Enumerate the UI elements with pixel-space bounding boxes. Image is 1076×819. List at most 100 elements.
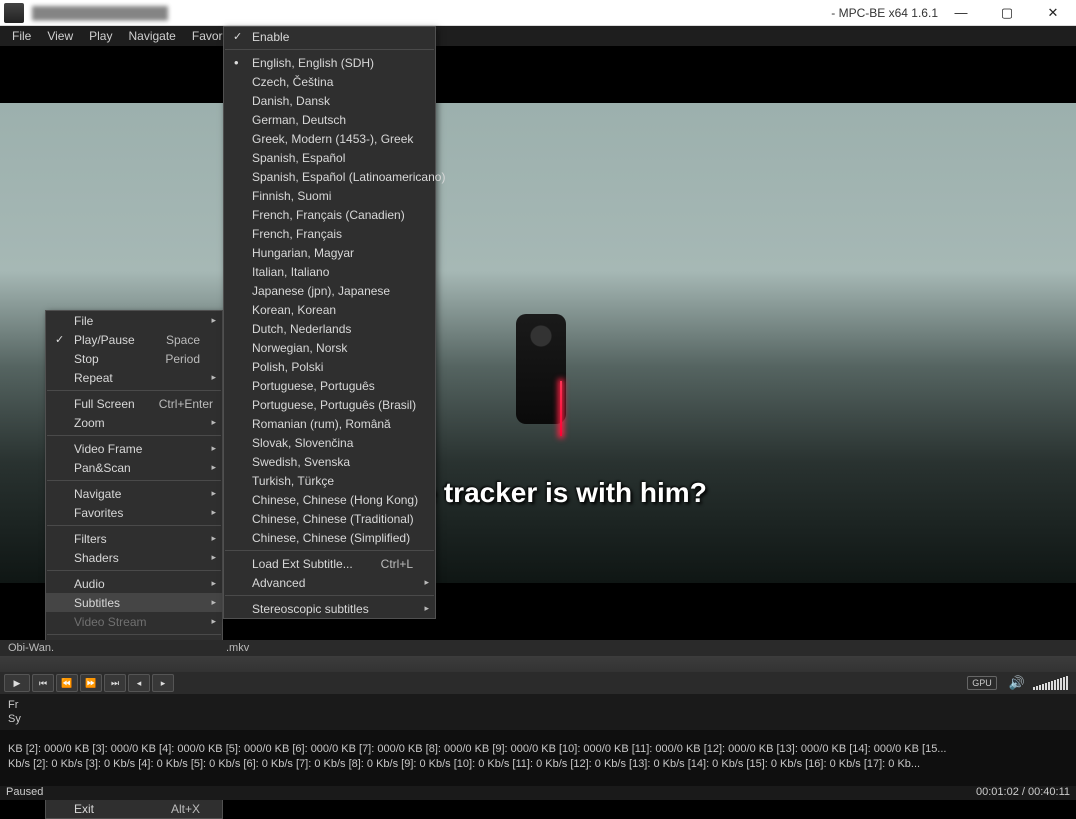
- subtitles-menu-item[interactable]: Italian, Italiano: [224, 262, 435, 281]
- menu-item-label: Chinese, Chinese (Hong Kong): [252, 493, 418, 507]
- close-button[interactable]: ✕: [1030, 0, 1076, 26]
- info-line-fr: Fr: [8, 698, 1068, 712]
- context-menu-item[interactable]: Zoom: [46, 413, 222, 432]
- subtitles-menu-item[interactable]: French, Français: [224, 224, 435, 243]
- subtitles-menu-item[interactable]: Slovak, Slovenčina: [224, 433, 435, 452]
- context-menu-item[interactable]: Subtitles: [46, 593, 222, 612]
- prev-button[interactable]: ⏮: [32, 674, 54, 692]
- subtitles-menu-item[interactable]: Chinese, Chinese (Hong Kong): [224, 490, 435, 509]
- context-menu-item[interactable]: Shaders: [46, 548, 222, 567]
- menu-item-shortcut: Period: [141, 352, 200, 366]
- menu-item-label: Slovak, Slovenčina: [252, 436, 353, 450]
- subtitles-menu-item[interactable]: Czech, Čeština: [224, 72, 435, 91]
- subtitles-menu-item[interactable]: English, English (SDH): [224, 53, 435, 72]
- subtitles-menu-item[interactable]: Dutch, Nederlands: [224, 319, 435, 338]
- info-panel-1: Fr Sy: [0, 694, 1076, 730]
- menu-item-label: Play/Pause: [74, 333, 135, 347]
- subtitles-menu-item[interactable]: German, Deutsch: [224, 110, 435, 129]
- filename-bar: Obi-Wan. .mkv: [0, 640, 1076, 656]
- menu-navigate[interactable]: Navigate: [120, 27, 183, 45]
- control-bar: ▶ ⏮ ⏪ ⏩ ⏭ ◂ ▸ GPU 🔊: [0, 672, 1076, 694]
- volume-icon[interactable]: 🔊: [1009, 675, 1025, 691]
- menu-item-label: Portuguese, Português (Brasil): [252, 398, 416, 412]
- app-icon: [4, 3, 24, 23]
- menu-item-label: Spanish, Español: [252, 151, 345, 165]
- forward-button[interactable]: ⏩: [80, 674, 102, 692]
- context-menu-item[interactable]: ExitAlt+X: [46, 799, 222, 818]
- subtitles-menu-item[interactable]: Portuguese, Português: [224, 376, 435, 395]
- context-menu-separator: [47, 570, 221, 571]
- menu-item-label: Advanced: [252, 576, 305, 590]
- subtitles-menu-item[interactable]: Chinese, Chinese (Simplified): [224, 528, 435, 547]
- subtitles-menu-item[interactable]: Polish, Polski: [224, 357, 435, 376]
- window-title-obscured: ████████████████: [28, 6, 827, 20]
- subtitles-menu-item[interactable]: Danish, Dansk: [224, 91, 435, 110]
- subtitles-menu-item[interactable]: Spanish, Español (Latinoamericano): [224, 167, 435, 186]
- subtitles-menu-item[interactable]: Turkish, Türkçe: [224, 471, 435, 490]
- context-menu-separator: [47, 480, 221, 481]
- subtitles-menu-item[interactable]: French, Français (Canadien): [224, 205, 435, 224]
- titlebar: ████████████████ - MPC-BE x64 1.6.1 — ▢ …: [0, 0, 1076, 26]
- subtitles-menu-separator: [225, 595, 434, 596]
- status-bar: Paused 00:01:02 / 00:40:11: [0, 786, 1076, 800]
- rewind-button[interactable]: ⏪: [56, 674, 78, 692]
- menu-item-label: French, Français: [252, 227, 342, 241]
- subtitles-menu-item[interactable]: Hungarian, Magyar: [224, 243, 435, 262]
- menu-item-label: Navigate: [74, 487, 121, 501]
- subtitles-menu-item[interactable]: Swedish, Svenska: [224, 452, 435, 471]
- context-menu-item[interactable]: StopPeriod: [46, 349, 222, 368]
- subtitles-menu-item[interactable]: Korean, Korean: [224, 300, 435, 319]
- subtitles-menu-item[interactable]: Stereoscopic subtitles: [224, 599, 435, 618]
- menu-item-label: Czech, Čeština: [252, 75, 333, 89]
- subtitles-menu-item[interactable]: Greek, Modern (1453-), Greek: [224, 129, 435, 148]
- menu-item-label: Load Ext Subtitle...: [252, 557, 353, 571]
- subtitles-menu-item[interactable]: Advanced: [224, 573, 435, 592]
- menu-item-label: Pan&Scan: [74, 461, 131, 475]
- menu-file[interactable]: File: [4, 27, 39, 45]
- subtitles-menu-item[interactable]: Finnish, Suomi: [224, 186, 435, 205]
- volume-bars[interactable]: [1033, 676, 1068, 690]
- context-menu-item[interactable]: Full ScreenCtrl+Enter: [46, 394, 222, 413]
- menu-item-label: Romanian (rum), Română: [252, 417, 391, 431]
- subtitles-menu-item[interactable]: Japanese (jpn), Japanese: [224, 281, 435, 300]
- menu-item-label: Video Stream: [74, 615, 147, 629]
- context-menu-item[interactable]: Pan&Scan: [46, 458, 222, 477]
- filename-ext: .mkv: [226, 640, 249, 656]
- context-menu-item[interactable]: Audio: [46, 574, 222, 593]
- menu-item-label: Polish, Polski: [252, 360, 323, 374]
- context-menu-item: Video Stream: [46, 612, 222, 631]
- menubar: File View Play Navigate Favorites Help: [0, 26, 1076, 46]
- subtitles-menu-item[interactable]: Load Ext Subtitle...Ctrl+L: [224, 554, 435, 573]
- menu-item-label: French, Français (Canadien): [252, 208, 405, 222]
- seekbar[interactable]: [0, 656, 1076, 672]
- context-menu-item[interactable]: Play/PauseSpace: [46, 330, 222, 349]
- step-back-button[interactable]: ◂: [128, 674, 150, 692]
- context-menu-item[interactable]: Filters: [46, 529, 222, 548]
- context-menu-item[interactable]: File: [46, 311, 222, 330]
- step-fwd-button[interactable]: ▸: [152, 674, 174, 692]
- context-menu-item[interactable]: Video Frame: [46, 439, 222, 458]
- menu-item-label: Shaders: [74, 551, 119, 565]
- menu-item-label: Stereoscopic subtitles: [252, 602, 369, 616]
- next-button[interactable]: ⏭: [104, 674, 126, 692]
- context-menu-item[interactable]: Favorites: [46, 503, 222, 522]
- maximize-button[interactable]: ▢: [984, 0, 1030, 26]
- minimize-button[interactable]: —: [938, 0, 984, 26]
- stats-kb-line: KB [2]: 000/0 KB [3]: 000/0 KB [4]: 000/…: [8, 742, 1068, 757]
- context-menu-item[interactable]: Navigate: [46, 484, 222, 503]
- menu-item-label: Hungarian, Magyar: [252, 246, 354, 260]
- subtitles-menu-item[interactable]: Spanish, Español: [224, 148, 435, 167]
- subtitles-menu-item[interactable]: Chinese, Chinese (Traditional): [224, 509, 435, 528]
- menu-view[interactable]: View: [39, 27, 81, 45]
- subtitles-menu-item[interactable]: Enable: [224, 27, 435, 46]
- window-title-suffix: - MPC-BE x64 1.6.1: [831, 6, 938, 20]
- subtitles-menu-separator: [225, 550, 434, 551]
- menu-play[interactable]: Play: [81, 27, 120, 45]
- subtitles-menu-item[interactable]: Portuguese, Português (Brasil): [224, 395, 435, 414]
- play-button[interactable]: ▶: [4, 674, 30, 692]
- time-display: 00:01:02 / 00:40:11: [976, 786, 1070, 800]
- subtitles-menu-item[interactable]: Norwegian, Norsk: [224, 338, 435, 357]
- context-menu-item[interactable]: Repeat: [46, 368, 222, 387]
- gpu-badge: GPU: [967, 676, 997, 690]
- subtitles-menu-item[interactable]: Romanian (rum), Română: [224, 414, 435, 433]
